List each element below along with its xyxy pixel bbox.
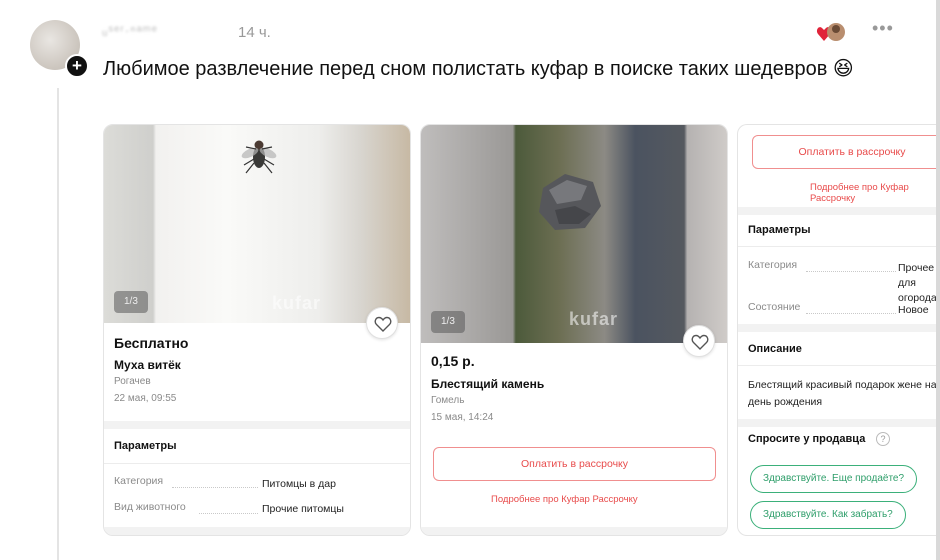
param-dots bbox=[172, 487, 258, 488]
follow-plus-icon[interactable]: + bbox=[65, 54, 89, 78]
quick-question-chip[interactable]: Здравствуйте. Как забрать? bbox=[750, 501, 906, 529]
listing-city: Рогачев bbox=[114, 376, 151, 387]
description-title: Описание bbox=[748, 343, 802, 355]
param-dots bbox=[806, 313, 896, 314]
price: 0,15 р. bbox=[431, 353, 475, 369]
divider bbox=[104, 527, 410, 535]
listing-date: 22 мая, 09:55 bbox=[114, 393, 177, 404]
username[interactable]: ᵤˢᵉʳ·ⁿᵃᵐᵉ bbox=[102, 22, 158, 38]
listing-date: 15 мая, 14:24 bbox=[431, 412, 494, 423]
scrollbar[interactable] bbox=[936, 0, 940, 560]
price: Бесплатно bbox=[114, 335, 189, 351]
pay-installment-button[interactable]: Оплатить в рассрочку bbox=[433, 447, 716, 481]
ask-seller-title: Спросите у продавца bbox=[748, 433, 866, 445]
thread-line bbox=[57, 88, 59, 560]
listing-card-fly[interactable]: 1/3 kufar Бесплатно Муха витёк Рогачев 2… bbox=[103, 124, 411, 536]
param-key: Категория bbox=[114, 475, 164, 487]
params-title: Параметры bbox=[748, 224, 811, 236]
listing-details-card[interactable]: Оплатить в рассрочку Подробнее про Куфар… bbox=[737, 124, 936, 536]
post-text: Любимое развлечение перед сном полистать… bbox=[103, 58, 854, 80]
listing-title[interactable]: Муха витёк bbox=[114, 358, 181, 372]
param-key: Состояние bbox=[748, 301, 801, 313]
divider bbox=[421, 527, 727, 535]
param-key: Категория bbox=[748, 259, 798, 271]
listing-city: Гомель bbox=[431, 395, 465, 406]
params-title: Параметры bbox=[114, 440, 177, 452]
divider bbox=[738, 419, 936, 427]
divider bbox=[738, 324, 936, 332]
param-value: Прочие питомцы bbox=[262, 503, 344, 515]
description-text: Блестящий красивый подарок жене на день … bbox=[748, 379, 936, 408]
quick-question-chip[interactable]: Здравствуйте. Еще продаёте? bbox=[750, 465, 918, 493]
watermark: kufar bbox=[272, 293, 322, 313]
param-value: Новое bbox=[898, 304, 929, 316]
more-icon[interactable]: ••• bbox=[872, 18, 894, 39]
param-value: Питомцы в дар bbox=[262, 478, 336, 490]
reaction-heart-icon[interactable] bbox=[816, 20, 846, 44]
param-dots bbox=[806, 271, 896, 272]
fly-image bbox=[241, 140, 277, 174]
favorite-heart-icon[interactable] bbox=[683, 325, 715, 357]
divider bbox=[104, 463, 410, 464]
param-dots bbox=[199, 513, 258, 514]
param-key: Вид животного bbox=[114, 501, 186, 513]
divider bbox=[738, 246, 936, 247]
installment-info-link[interactable]: Подробнее про Куфар Рассрочку bbox=[491, 494, 638, 505]
post-time: 14 ч. bbox=[238, 24, 271, 41]
param-value: Прочее для огорода bbox=[898, 262, 936, 304]
listing-title[interactable]: Блестящий камень bbox=[431, 377, 544, 391]
divider bbox=[738, 207, 936, 215]
divider bbox=[738, 365, 936, 366]
help-icon[interactable]: ? bbox=[876, 432, 890, 446]
pay-installment-button[interactable]: Оплатить в рассрочку bbox=[752, 135, 936, 169]
divider bbox=[104, 421, 410, 429]
favorite-heart-icon[interactable] bbox=[366, 307, 398, 339]
photo-counter: 1/3 bbox=[431, 311, 465, 333]
photo-counter: 1/3 bbox=[114, 291, 148, 313]
installment-info-link[interactable]: Подробнее про Куфар Рассрочку bbox=[810, 182, 936, 204]
stone-image bbox=[539, 174, 601, 230]
watermark: kufar bbox=[569, 309, 619, 329]
